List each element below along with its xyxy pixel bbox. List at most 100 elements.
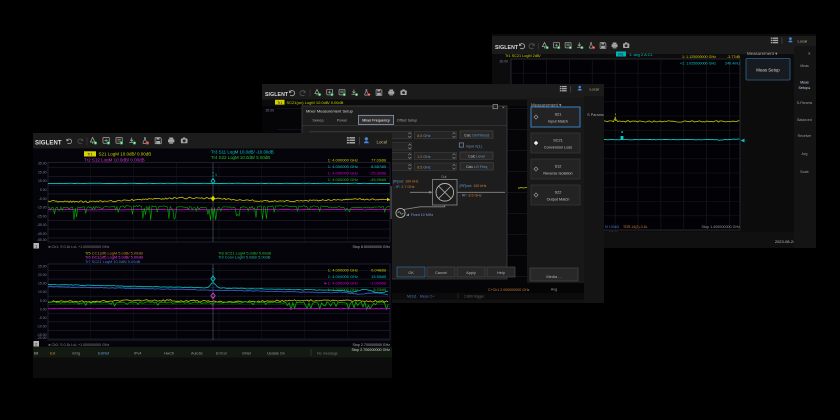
svg-text:1: 1.125000000 GHz: 1: 1.125000000 GHz bbox=[682, 55, 716, 59]
svg-text:SC21(on) LogM 10.0dB/ 0.00dB: SC21(on) LogM 10.0dB/ 0.00dB bbox=[287, 100, 344, 105]
svg-text:+1: 1.025000000 GHz: +1: 1.025000000 GHz bbox=[680, 61, 716, 65]
svg-text:25.00: 25.00 bbox=[38, 265, 47, 269]
svg-text:Cancel: Cancel bbox=[435, 270, 447, 275]
svg-text:M 100kΩ: M 100kΩ bbox=[605, 225, 619, 229]
svg-text:Avg: Avg bbox=[802, 152, 808, 156]
svg-text:0.00: 0.00 bbox=[40, 307, 47, 311]
svg-text:►1: 4.000000 GHz: ►1: 4.000000 GHz bbox=[324, 281, 358, 286]
svg-text:Measurement ▾: Measurement ▾ bbox=[747, 51, 777, 56]
svg-text:C+Ch1 2.000000000 GHz: C+Ch1 2.000000000 GHz bbox=[488, 288, 530, 292]
svg-text:15.00: 15.00 bbox=[38, 179, 47, 183]
svg-text:Avg: Avg bbox=[551, 288, 557, 292]
svg-text:Tr1 SC21 LogM 2dB/: Tr1 SC21 LogM 2dB/ bbox=[505, 54, 541, 58]
svg-text:77.03dB: 77.03dB bbox=[371, 158, 386, 163]
svg-text:- IF: 2.7 GHz: - IF: 2.7 GHz bbox=[394, 185, 415, 189]
svg-text:ExtRef: ExtRef bbox=[98, 352, 110, 356]
svg-text:Stop 2.700000000 GHz: Stop 2.700000000 GHz bbox=[351, 348, 390, 352]
svg-text:S21: S21 bbox=[555, 113, 562, 117]
svg-text:[RF]out: 100 kHz: [RF]out: 100 kHz bbox=[460, 184, 487, 188]
svg-text:Tr1: Tr1 bbox=[87, 153, 93, 157]
svg-text:SC21: SC21 bbox=[553, 139, 563, 143]
svg-text:SIGLENT: SIGLENT bbox=[495, 45, 519, 51]
svg-text:15.55dB: 15.55dB bbox=[371, 274, 386, 279]
svg-text:-35.00: -35.00 bbox=[37, 223, 47, 227]
svg-text:SIGLENT: SIGLENT bbox=[35, 141, 62, 147]
svg-text:Local: Local bbox=[798, 39, 808, 44]
svg-text:No message: No message bbox=[317, 352, 338, 356]
svg-text:Mixer Measurement Setup: Mixer Measurement Setup bbox=[306, 109, 354, 114]
svg-text:Out: Out bbox=[441, 175, 447, 179]
svg-text:Apply: Apply bbox=[466, 270, 476, 275]
svg-text:35.00: 35.00 bbox=[38, 162, 47, 166]
svg-text:Fixed 10 MHz: Fixed 10 MHz bbox=[411, 213, 433, 217]
svg-text:Ext: Ext bbox=[50, 352, 55, 356]
svg-text:Calc Level: Calc Level bbox=[468, 155, 485, 159]
svg-text:-20.00: -20.00 bbox=[37, 336, 47, 340]
svg-text:Tr3 S11 LogM 10.0dB/ -10.00dB: Tr3 S11 LogM 10.0dB/ -10.00dB bbox=[211, 149, 274, 154]
svg-text:8.5 GHz: 8.5 GHz bbox=[417, 166, 430, 170]
svg-text:Calc LO Freq: Calc LO Freq bbox=[466, 165, 487, 169]
svg-text:25.00: 25.00 bbox=[38, 170, 47, 174]
svg-text:-10.00: -10.00 bbox=[37, 324, 47, 328]
svg-text:S-Params: S-Params bbox=[797, 101, 813, 105]
svg-text:Sweep: Sweep bbox=[312, 119, 323, 123]
svg-text:SIGLENT: SIGLENT bbox=[265, 92, 289, 98]
svg-text:1: avg 2 A CL: 1: avg 2 A CL bbox=[629, 52, 654, 57]
svg-text:Update On: Update On bbox=[267, 352, 285, 356]
svg-text:Tr1: Tr1 bbox=[277, 101, 282, 105]
svg-text:Offset Setup: Offset Setup bbox=[397, 119, 417, 123]
svg-text:Power: Power bbox=[337, 119, 348, 123]
svg-text:Tr2 S12 LogM 10.0dB/ 0.00dB: Tr2 S12 LogM 10.0dB/ 0.00dB bbox=[84, 157, 145, 162]
svg-text:Meas: Meas bbox=[800, 64, 809, 68]
svg-text:-5.00: -5.00 bbox=[39, 316, 47, 320]
svg-text:TDR-14(2)-0.1k: TDR-14(2)-0.1k bbox=[623, 225, 648, 229]
svg-text:OK: OK bbox=[408, 270, 414, 275]
svg-text:M(S)1 Meas C+: M(S)1 Meas C+ bbox=[407, 295, 434, 299]
svg-text:×: × bbox=[502, 105, 505, 110]
svg-text:M1: M1 bbox=[618, 53, 623, 57]
svg-text:Int: Int bbox=[34, 352, 38, 356]
svg-text:1.0 GHz: 1.0 GHz bbox=[417, 155, 430, 159]
svg-text:Stop 8.500000000 GHz: Stop 8.500000000 GHz bbox=[352, 245, 390, 249]
svg-text:-3.77dB: -3.77dB bbox=[727, 55, 740, 59]
svg-text:mNet: mNet bbox=[242, 352, 251, 356]
svg-text:Stop 1.400000000 GHz: Stop 1.400000000 GHz bbox=[701, 225, 740, 229]
svg-text:1: 4.000000 GHz: 1: 4.000000 GHz bbox=[328, 177, 358, 182]
svg-text:S12: S12 bbox=[555, 165, 562, 169]
svg-text:mOg: mOg bbox=[72, 352, 80, 356]
svg-text:S Params: S Params bbox=[587, 113, 604, 117]
svg-text:1: 4.000000 GHz: 1: 4.000000 GHz bbox=[328, 274, 358, 279]
svg-text:Balanced: Balanced bbox=[797, 118, 812, 122]
svg-text:Output Match: Output Match bbox=[547, 198, 570, 202]
svg-text:Setup ▸: Setup ▸ bbox=[799, 86, 811, 90]
svg-text:Calc On/Thresd: Calc On/Thresd bbox=[464, 133, 489, 137]
svg-text:-25.00: -25.00 bbox=[37, 214, 47, 218]
svg-text:Mixer Frequency: Mixer Frequency bbox=[362, 118, 390, 122]
svg-text:Media ...: Media ... bbox=[546, 274, 561, 279]
svg-text:1: 4.000000 GHz: 1: 4.000000 GHz bbox=[328, 287, 358, 292]
svg-text:HwCtl: HwCtl bbox=[164, 352, 174, 356]
svg-text:8.03dB: 8.03dB bbox=[373, 287, 386, 292]
svg-text:Reverse Isolation: Reverse Isolation bbox=[543, 172, 572, 176]
svg-text:►Ch1: S 0.1k LvL +1.000000000: ►Ch1: S 0.1k LvL +1.000000000 GHz bbox=[48, 245, 109, 249]
svg-text:35.00: 35.00 bbox=[266, 109, 275, 113]
svg-text:-45.00: -45.00 bbox=[37, 232, 47, 236]
svg-text:Input Match: Input Match bbox=[548, 120, 568, 124]
svg-text:Conversion Loss: Conversion Loss bbox=[544, 146, 572, 150]
svg-text:IPv4: IPv4 bbox=[134, 352, 141, 356]
svg-text:5.00: 5.00 bbox=[40, 188, 47, 192]
svg-text:0.048dB: 0.048dB bbox=[371, 268, 386, 273]
svg-text:Input Λ(1): Input Λ(1) bbox=[466, 144, 482, 148]
svg-text:Tr7 SC21 LogM 10.0dB/ 0.00dB: Tr7 SC21 LogM 10.0dB/ 0.00dB bbox=[85, 259, 141, 264]
svg-text:-15.00: -15.00 bbox=[37, 206, 47, 210]
svg-text:Scale: Scale bbox=[800, 170, 809, 174]
svg-text:Meas Setup: Meas Setup bbox=[756, 68, 780, 73]
svg-text:Local: Local bbox=[377, 140, 388, 145]
svg-text:Help: Help bbox=[497, 270, 505, 275]
svg-text:1:800 trigger: 1:800 trigger bbox=[464, 295, 485, 299]
svg-text:-1.000dB: -1.000dB bbox=[370, 281, 387, 286]
svg-text:S21 LogM 10.0dB/ 0.00dB: S21 LogM 10.0dB/ 0.00dB bbox=[99, 152, 152, 157]
svg-text:30.00: 30.00 bbox=[500, 60, 509, 64]
svg-text:20.00: 20.00 bbox=[38, 273, 47, 277]
svg-text:5.00: 5.00 bbox=[40, 299, 47, 303]
